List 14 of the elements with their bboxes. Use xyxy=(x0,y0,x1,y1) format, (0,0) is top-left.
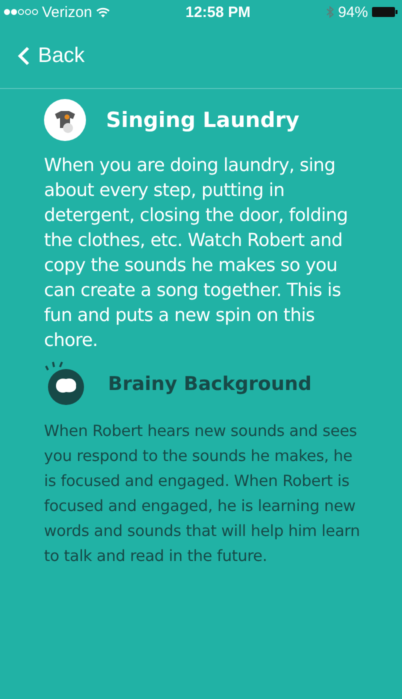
activity-title: Singing Laundry xyxy=(106,108,300,132)
bluetooth-icon xyxy=(326,6,334,18)
battery-icon xyxy=(372,6,398,18)
carrier-name: Verizon xyxy=(42,4,92,20)
battery-percent: 94% xyxy=(338,4,368,20)
wifi-icon xyxy=(96,6,110,18)
section-description: When Robert hears new sounds and sees you respond to the sounds he makes, he is focused and engaged. When Robert is focused and engaged, he is learning new words and sounds that will help him learn to talk and read in the future. xyxy=(44,421,361,567)
section-title: Brainy Background xyxy=(108,373,312,395)
signal-dots-icon xyxy=(4,9,38,15)
activity-description: When you are doing laundry, sing about every step, putting in detergent, closing the door, folding the clothes, etc. Watch Robert and copy the sounds he makes so you can create a song together. This is fun and puts a new spin on this chore. xyxy=(44,154,349,353)
shirt-icon xyxy=(44,99,86,141)
status-time: 12:58 PM xyxy=(185,4,251,20)
back-button[interactable]: Back xyxy=(0,44,103,68)
chevron-left-icon xyxy=(18,46,30,66)
